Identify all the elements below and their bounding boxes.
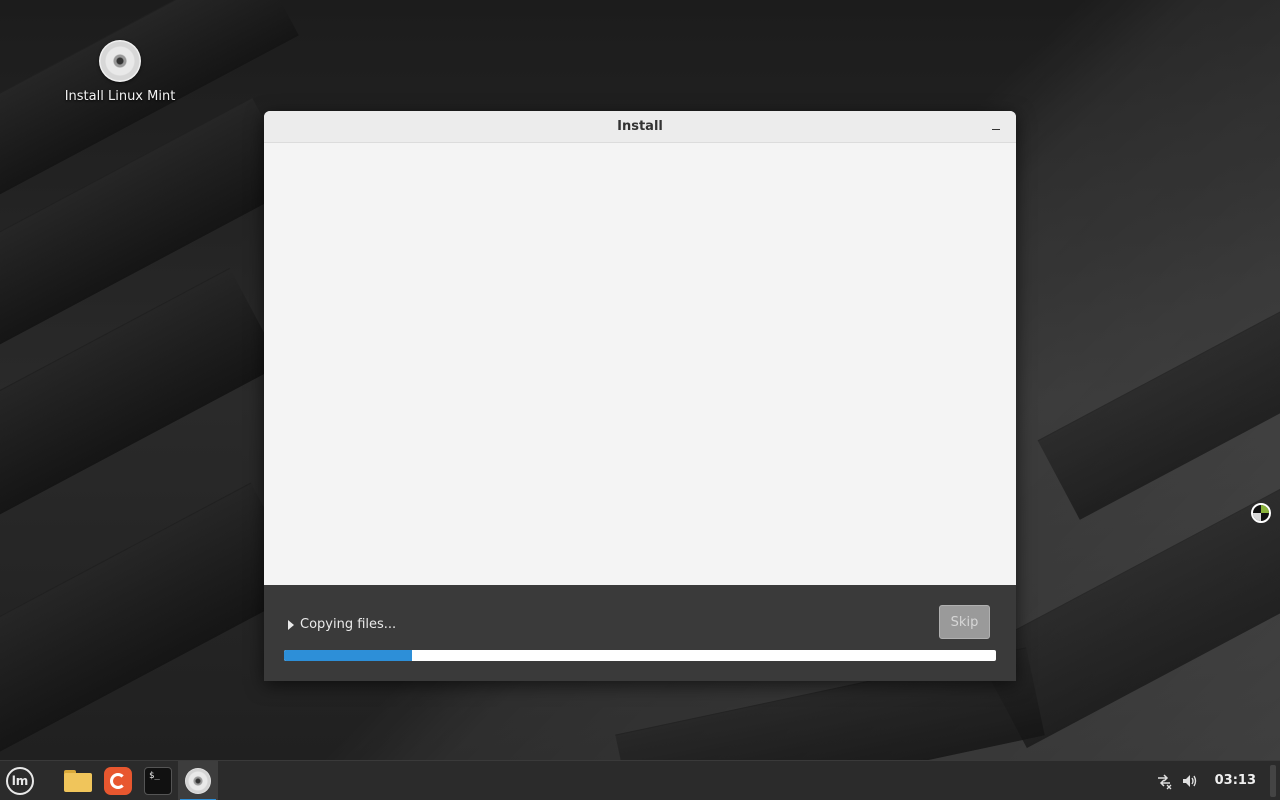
- desktop-icon-install-linux-mint[interactable]: Install Linux Mint: [60, 40, 180, 104]
- launcher-terminal[interactable]: $_: [138, 761, 178, 800]
- network-disconnected-icon[interactable]: [1153, 770, 1175, 792]
- desktop-icon-label: Install Linux Mint: [64, 89, 176, 104]
- details-expander[interactable]: Copying files...: [288, 617, 396, 632]
- system-tray: 03:13: [1153, 761, 1280, 800]
- terminal-icon: $_: [144, 766, 172, 795]
- launcher-firefox[interactable]: [98, 761, 138, 800]
- disc-icon: [99, 40, 141, 82]
- disc-icon: [185, 767, 211, 794]
- progress-bar: [284, 650, 996, 661]
- volume-icon[interactable]: [1179, 770, 1201, 792]
- main-menu-button[interactable]: lm: [0, 761, 40, 800]
- clock[interactable]: 03:13: [1215, 773, 1256, 788]
- show-desktop-button[interactable]: [1270, 764, 1276, 797]
- taskbar-window-install[interactable]: [178, 760, 218, 800]
- expander-arrow-icon: [288, 619, 294, 630]
- skip-button[interactable]: Skip: [939, 605, 990, 639]
- progress-panel: Copying files... Skip: [264, 585, 1016, 681]
- minimize-icon: [992, 128, 1000, 130]
- installer-slideshow-area: [264, 143, 1016, 585]
- taskbar: lm $_ 03:13: [0, 760, 1280, 800]
- status-text: Copying files...: [300, 617, 397, 632]
- busy-cursor-icon: [1251, 503, 1271, 523]
- install-window: Install Copying files... Skip: [264, 111, 1016, 681]
- progress-fill: [284, 650, 413, 661]
- window-titlebar[interactable]: Install: [264, 111, 1016, 143]
- linux-mint-logo-icon: lm: [6, 766, 34, 795]
- window-title: Install: [617, 119, 663, 134]
- launcher-files[interactable]: [58, 761, 98, 800]
- folder-icon: [64, 769, 92, 792]
- minimize-button[interactable]: [988, 119, 1004, 135]
- firefox-icon: [104, 766, 132, 795]
